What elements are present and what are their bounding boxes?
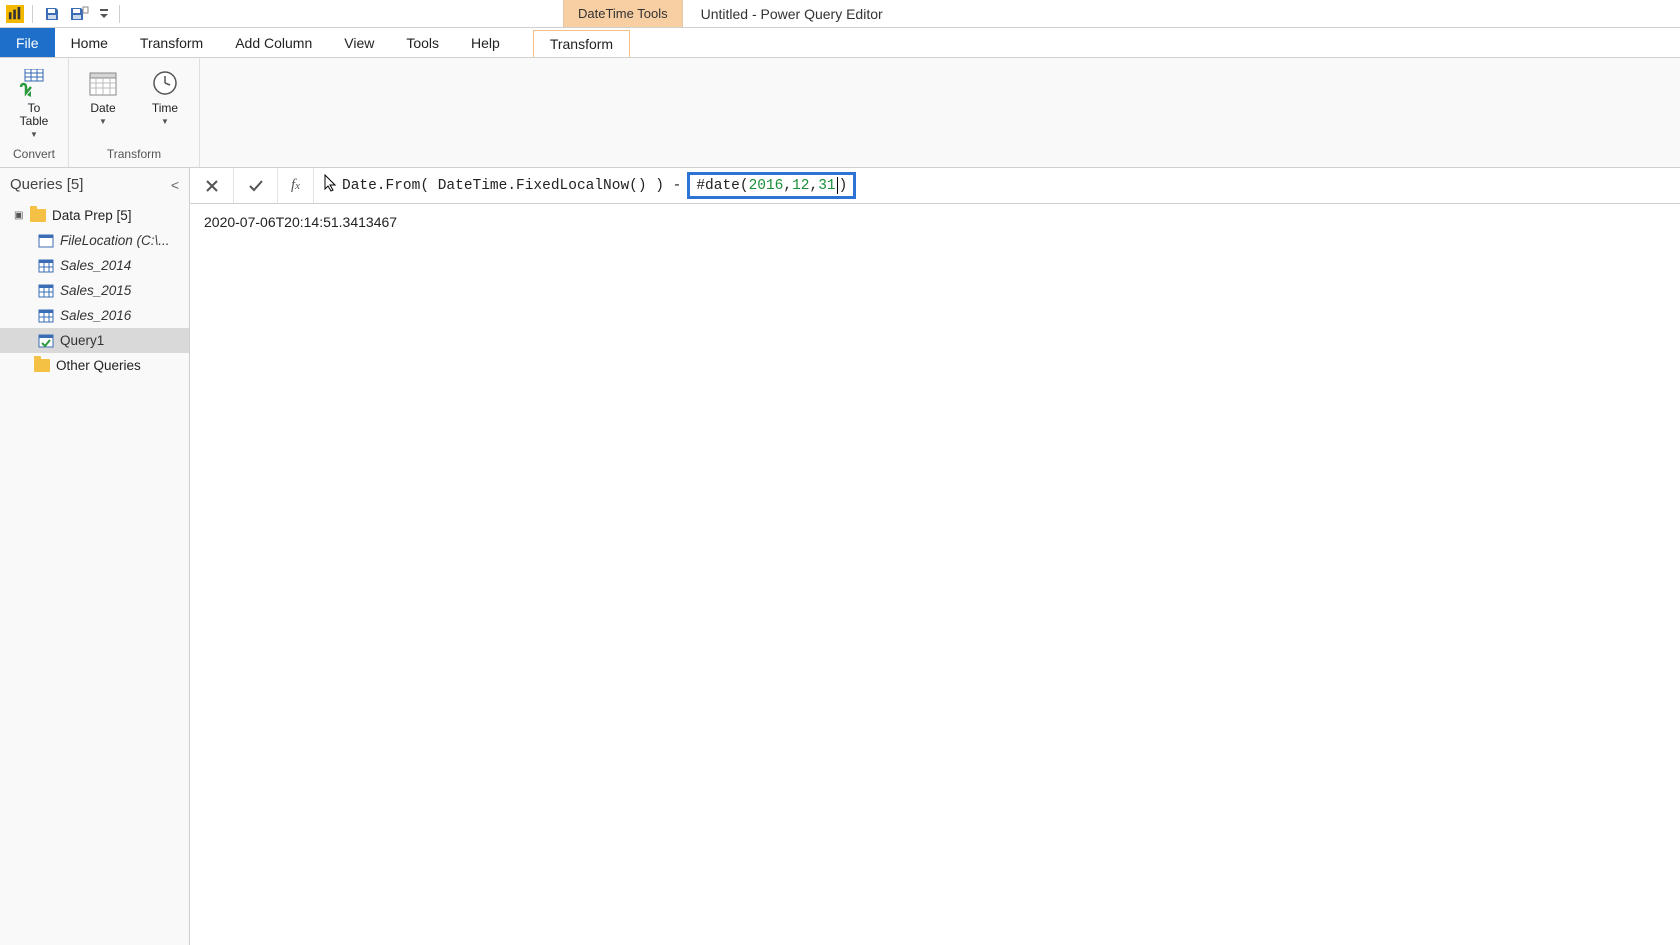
dropdown-caret-icon: ▼ [99, 117, 107, 126]
tree-item-filelocation[interactable]: FileLocation (C:\... [0, 228, 189, 253]
hl-comma2: , [810, 178, 819, 194]
table-icon [38, 259, 54, 273]
tab-transform[interactable]: Transform [124, 28, 219, 57]
main-area: Queries [5] < ▣ Data Prep [5] FileLocati… [0, 168, 1680, 945]
formula-input[interactable]: Date.From( DateTime.FixedLocalNow() ) - … [314, 172, 1680, 199]
app-icon [6, 5, 24, 23]
table-icon [38, 284, 54, 298]
contextual-tab-label: DateTime Tools [563, 0, 683, 27]
tab-file[interactable]: File [0, 28, 55, 57]
table-icon [38, 309, 54, 323]
tree-item-sales-2014[interactable]: Sales_2014 [0, 253, 189, 278]
time-label: Time [152, 102, 178, 115]
item-label: Query1 [60, 333, 104, 348]
tab-home[interactable]: Home [55, 28, 124, 57]
tree-item-sales-2015[interactable]: Sales_2015 [0, 278, 189, 303]
tab-view[interactable]: View [328, 28, 390, 57]
date-button[interactable]: Date ▼ [79, 64, 127, 126]
group-label: Data Prep [5] [52, 208, 132, 223]
hl-comma1: , [783, 178, 792, 194]
group-label-convert: Convert [10, 145, 58, 165]
hl-paren-close: ) [839, 178, 848, 194]
hl-paren-open: ( [740, 178, 749, 194]
text-caret [837, 177, 838, 194]
quick-access-toolbar [0, 0, 128, 27]
cancel-formula-button[interactable] [190, 168, 234, 203]
ribbon-body: To Table ▼ Convert Date ▼ [0, 58, 1680, 168]
result-value: 2020-07-06T20:14:51.3413467 [190, 204, 1680, 240]
tab-help[interactable]: Help [455, 28, 516, 57]
app-title: Untitled - Power Query Editor [683, 6, 883, 22]
tree-item-query1[interactable]: Query1 [0, 328, 189, 353]
time-button[interactable]: Time ▼ [141, 64, 189, 126]
fx-label: fx [278, 168, 314, 203]
confirm-formula-button[interactable] [234, 168, 278, 203]
item-label: Sales_2014 [60, 258, 131, 273]
queries-pane: Queries [5] < ▣ Data Prep [5] FileLocati… [0, 168, 190, 945]
to-table-button[interactable]: To Table ▼ [10, 64, 58, 139]
title-center: DateTime Tools Untitled - Power Query Ed… [128, 0, 1680, 27]
queries-title: Queries [5] [10, 176, 83, 193]
tab-add-column[interactable]: Add Column [219, 28, 328, 57]
folder-icon [30, 209, 46, 222]
separator [119, 5, 120, 23]
hl-month: 12 [792, 178, 809, 194]
calendar-icon [88, 68, 118, 98]
formula-bar: fx Date.From( DateTime.FixedLocalNow() )… [190, 168, 1680, 204]
queries-tree: ▣ Data Prep [5] FileLocation (C:\... Sal… [0, 201, 189, 380]
qat-customize-button[interactable] [97, 3, 111, 25]
item-label: Sales_2016 [60, 308, 131, 323]
date-label: Date [90, 102, 115, 115]
title-bar: DateTime Tools Untitled - Power Query Ed… [0, 0, 1680, 28]
collapse-pane-button[interactable]: < [171, 177, 179, 193]
ribbon-group-transform: Date ▼ Time ▼ Transform [69, 58, 200, 167]
item-label: Sales_2015 [60, 283, 131, 298]
tree-group-other[interactable]: Other Queries [0, 353, 189, 378]
tree-item-sales-2016[interactable]: Sales_2016 [0, 303, 189, 328]
separator [32, 5, 33, 23]
ribbon-group-convert: To Table ▼ Convert [0, 58, 69, 167]
ribbon-tabs: File Home Transform Add Column View Tool… [0, 28, 1680, 58]
item-label: FileLocation (C:\... [60, 233, 170, 248]
group-label-transform: Transform [79, 145, 189, 165]
tree-group-data-prep[interactable]: ▣ Data Prep [5] [0, 203, 189, 228]
query-icon [38, 334, 54, 348]
hl-year: 2016 [749, 178, 784, 194]
hl-prefix: #date [696, 178, 740, 194]
tab-tools[interactable]: Tools [390, 28, 455, 57]
to-table-icon [19, 68, 49, 98]
group-label: Other Queries [56, 358, 141, 373]
formula-plain-text: Date.From( DateTime.FixedLocalNow() ) - [342, 178, 681, 194]
dropdown-caret-icon: ▼ [30, 130, 38, 139]
dropdown-caret-icon: ▼ [161, 117, 169, 126]
hl-day: 31 [818, 178, 835, 194]
cursor-pointer-icon [324, 174, 338, 197]
content-area: fx Date.From( DateTime.FixedLocalNow() )… [190, 168, 1680, 945]
save-as-button[interactable] [69, 3, 91, 25]
tab-context-transform[interactable]: Transform [533, 30, 630, 57]
parameter-icon [38, 234, 54, 248]
folder-icon [34, 359, 50, 372]
expand-icon: ▣ [14, 210, 24, 221]
clock-icon [150, 68, 180, 98]
to-table-label: To Table [20, 102, 49, 128]
save-button[interactable] [41, 3, 63, 25]
formula-highlight: #date(2016, 12, 31) [687, 172, 856, 199]
queries-header: Queries [5] < [0, 168, 189, 201]
